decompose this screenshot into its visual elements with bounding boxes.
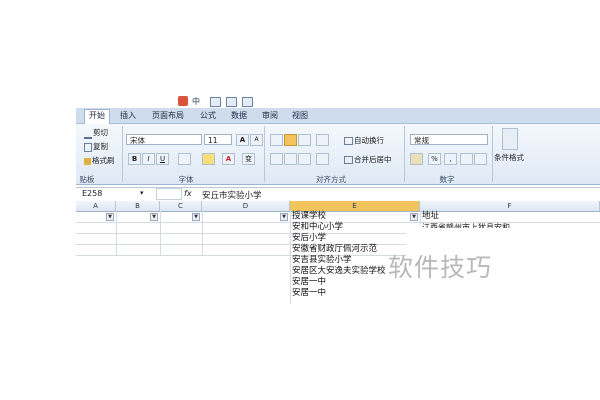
insert-function-button[interactable]: fx [184, 189, 192, 198]
format-painter-label: 格式刷 [92, 156, 115, 165]
wrap-text-label: 自动换行 [354, 136, 384, 145]
name-box-dropdown-icon[interactable]: ▾ [140, 189, 144, 197]
header-cell-f[interactable]: 地址 [422, 211, 439, 222]
italic-button[interactable]: I [142, 153, 155, 165]
align-right-icon[interactable] [298, 153, 311, 165]
column-header-d[interactable]: D [202, 201, 290, 211]
grow-font-button[interactable]: A [236, 134, 249, 146]
separator [264, 126, 265, 182]
fill-color-icon[interactable] [202, 153, 215, 165]
align-left-icon[interactable] [270, 153, 283, 165]
watermark-text: 软件技巧 [388, 253, 493, 282]
increase-decimal-icon[interactable] [460, 153, 473, 165]
table-row[interactable]: 安后小学 [292, 233, 326, 244]
font-group-label: 字体 [178, 175, 194, 184]
filter-dropdown-e-icon[interactable]: ▼ [410, 213, 418, 221]
separator [122, 126, 123, 182]
column-header-b[interactable]: B [116, 201, 160, 211]
table-row[interactable]: 安居一中 [292, 288, 326, 297]
borders-icon[interactable] [178, 153, 191, 165]
tab-insert[interactable]: 插入 [120, 110, 136, 122]
table-row[interactable]: 安居区大安逸夫实验学校 [292, 266, 386, 277]
quick-access-toolbar: 中 [178, 96, 298, 108]
align-middle-icon[interactable] [284, 134, 297, 146]
copy-label: 复制 [93, 142, 108, 151]
table-row[interactable]: 安徽省财政厅佩河示范 [292, 244, 377, 255]
bold-button[interactable]: B [128, 153, 141, 165]
number-format-select[interactable]: 常规 [410, 134, 488, 145]
decrease-decimal-icon[interactable] [474, 153, 487, 165]
phonetic-button[interactable]: 变 [242, 153, 255, 165]
copy-icon [84, 142, 92, 152]
office-logo-icon[interactable] [178, 96, 188, 106]
formula-bar: E258 ▾ fx 安丘市实验小学 [76, 187, 600, 202]
percent-button[interactable]: % [428, 153, 441, 165]
number-group-label: 数字 [439, 175, 455, 184]
filter-dropdown-c-icon[interactable]: ▼ [192, 213, 200, 221]
orientation-icon[interactable] [316, 134, 329, 146]
alignment-group-label: 对齐方式 [316, 175, 346, 184]
separator [404, 126, 405, 182]
header-cell-e[interactable]: 授课学校 [292, 211, 326, 222]
name-box[interactable]: E258 [82, 189, 102, 198]
decrease-indent-icon[interactable] [316, 153, 329, 165]
ime-indicator: 中 [192, 97, 200, 106]
wrap-text-button[interactable]: 自动换行 [344, 135, 384, 146]
conditional-formatting-icon[interactable] [502, 128, 518, 150]
column-header-a[interactable]: A [76, 201, 116, 211]
filter-dropdown-b-icon[interactable]: ▼ [150, 213, 158, 221]
comma-button[interactable]: , [444, 153, 457, 165]
filter-dropdown-d-icon[interactable]: ▼ [280, 213, 288, 221]
table-row[interactable]: 江西省赣州市上犹县安和 [422, 222, 510, 228]
align-center-icon[interactable] [284, 153, 297, 165]
tab-formulas[interactable]: 公式 [200, 110, 216, 122]
filter-dropdown-a-icon[interactable]: ▼ [106, 213, 114, 221]
underline-button[interactable]: U [156, 153, 169, 165]
font-name-select[interactable]: 宋体 [126, 134, 202, 145]
brush-icon [84, 157, 91, 165]
save-icon[interactable] [210, 97, 221, 107]
column-header-e[interactable]: E [290, 201, 420, 211]
merge-center-label: 合并后居中 [354, 155, 392, 164]
table-row[interactable]: 安居一中 [292, 277, 326, 288]
table-row[interactable]: 安吉县实验小学 [292, 255, 352, 266]
column-header-f[interactable]: F [420, 201, 600, 211]
formula-input[interactable]: 安丘市实验小学 [202, 189, 262, 201]
cut-button[interactable]: 剪切 [84, 127, 108, 139]
copy-button[interactable]: 复制 [84, 141, 108, 152]
align-bottom-icon[interactable] [298, 134, 311, 146]
font-size-select[interactable]: 11 [204, 134, 232, 145]
font-color-button[interactable]: A [222, 153, 235, 165]
align-top-icon[interactable] [270, 134, 283, 146]
format-painter-button[interactable]: 格式刷 [84, 155, 115, 166]
redo-icon[interactable] [242, 97, 253, 107]
tab-home[interactable]: 开始 [84, 109, 110, 124]
shrink-font-button[interactable]: A [250, 134, 263, 146]
currency-icon[interactable] [410, 153, 423, 165]
cut-label: 剪切 [93, 128, 108, 137]
tab-data[interactable]: 数据 [231, 110, 247, 122]
wrap-text-icon [344, 137, 353, 145]
undo-icon[interactable] [226, 97, 237, 107]
scissors-icon [84, 127, 92, 139]
column-header-c[interactable]: C [160, 201, 202, 211]
merge-icon [344, 156, 353, 164]
table-row[interactable]: 安和中心小学 [292, 222, 343, 233]
spreadsheet-grid[interactable]: ▼ ▼ ▼ ▼ ▼ 授课学校 地址 安和中心小学 安后小学 安徽省财政厅佩河示范… [76, 211, 600, 304]
ribbon-tab-bar: 开始 插入 页面布局 公式 数据 审阅 视图 [76, 108, 600, 124]
separator [492, 126, 493, 182]
ribbon-home: 剪切 复制 格式刷 贴板 宋体 11 A A B I U A 变 字体 自动换行… [76, 124, 600, 185]
tab-page-layout[interactable]: 页面布局 [152, 110, 184, 122]
clipboard-group-label: 贴板 [79, 175, 95, 184]
tab-view[interactable]: 视图 [292, 110, 308, 122]
tab-review[interactable]: 审阅 [262, 110, 278, 122]
conditional-formatting-label[interactable]: 条件格式 [494, 152, 524, 163]
formula-bar-button[interactable] [156, 188, 182, 200]
merge-center-button[interactable]: 合并后居中 [344, 154, 392, 165]
